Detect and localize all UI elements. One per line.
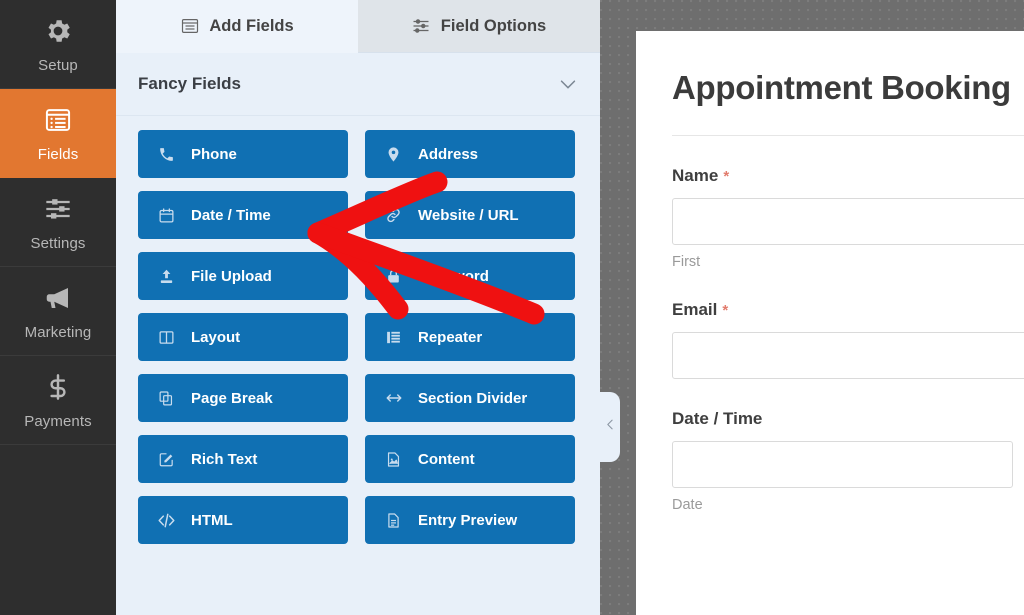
field-button-label: HTML [191,511,233,529]
field-button-label: Page Break [191,389,273,407]
sliders-icon [41,192,75,226]
field-label: Email * [672,300,1024,320]
field-label: Date / Time [672,409,1024,429]
section-title: Fancy Fields [138,74,241,93]
code-icon [157,511,176,530]
collapse-panel-handle[interactable] [600,392,620,462]
panel-tabbar: Add Fields Field Options [116,0,600,53]
page-title: Appointment Booking [672,69,1011,106]
form-preview-card: Appointment Booking Name * First Email *… [636,31,1024,615]
field-button-label: Content [418,450,475,468]
sidebar-item-marketing[interactable]: Marketing [0,267,116,356]
sidebar-item-setup[interactable]: Setup [0,0,116,89]
title-divider [672,135,1024,136]
preview-field-date-time[interactable]: Date / Time Date [672,409,1024,513]
tab-field-options[interactable]: Field Options [358,0,600,53]
gear-icon [41,14,75,48]
add-fields-panel: Add Fields Field Options Fancy Fields Ph… [116,0,620,615]
date-input[interactable] [672,441,1013,488]
primary-sidebar: Setup Fields Settings Marketing Payments [0,0,116,615]
sidebar-item-label: Fields [37,146,79,163]
field-button-entry-preview[interactable]: Entry Preview [365,496,575,544]
tab-add-fields[interactable]: Add Fields [116,0,358,53]
columns-icon [157,328,176,347]
field-button-file-upload[interactable]: File Upload [138,252,348,300]
sidebar-item-payments[interactable]: Payments [0,356,116,445]
field-button-label: Rich Text [191,450,258,468]
sidebar-item-label: Settings [30,235,86,252]
field-button-label: Repeater [418,328,483,346]
map-pin-icon [384,145,403,164]
field-button-address[interactable]: Address [365,130,575,178]
add-fields-icon [180,17,199,36]
chevron-down-icon[interactable] [557,73,579,95]
field-label: Name * [672,166,1024,186]
field-button-rich-text[interactable]: Rich Text [138,435,348,483]
tab-label: Field Options [440,16,547,35]
field-button-page-break[interactable]: Page Break [138,374,348,422]
field-button-website-url[interactable]: Website / URL [365,191,575,239]
field-button-password[interactable]: Password [365,252,575,300]
field-button-label: Password [418,267,489,285]
field-options-icon [412,17,431,36]
pencil-square-icon [157,450,176,469]
megaphone-icon [41,281,75,315]
field-button-phone[interactable]: Phone [138,130,348,178]
chevron-left-icon [604,418,617,436]
link-icon [384,206,403,225]
required-marker: * [723,168,730,185]
field-label-text: Date / Time [672,409,763,428]
sidebar-item-fields[interactable]: Fields [0,89,116,178]
field-button-label: Date / Time [191,206,271,224]
field-button-grid: Phone Address Date / Time Website / URL … [116,116,600,544]
field-button-html[interactable]: HTML [138,496,348,544]
field-button-label: Layout [191,328,241,346]
image-document-icon [384,450,403,469]
field-button-label: Entry Preview [418,511,518,529]
lock-icon [384,267,403,286]
field-label-text: Email [672,300,718,319]
preview-field-name[interactable]: Name * First [672,166,1024,270]
section-header-fancy-fields[interactable]: Fancy Fields [116,53,600,116]
repeater-icon [384,328,403,347]
field-sublabel: First [672,254,701,270]
field-button-label: Website / URL [418,206,519,224]
list-icon [41,103,75,137]
dollar-icon [41,370,75,404]
field-label-text: Name [672,166,719,185]
phone-icon [157,145,176,164]
field-button-label: Phone [191,145,237,163]
field-button-label: File Upload [191,267,272,285]
field-button-content[interactable]: Content [365,435,575,483]
page-break-icon [157,389,176,408]
upload-icon [157,267,176,286]
form-builder-screen: Setup Fields Settings Marketing Payments… [0,0,1024,615]
email-input[interactable] [672,332,1024,379]
required-marker: * [722,302,729,319]
calendar-icon [157,206,176,225]
field-sublabel: Date [672,497,703,513]
field-button-section-divider[interactable]: Section Divider [365,374,575,422]
sidebar-item-label: Payments [24,413,92,430]
name-first-input[interactable] [672,198,1024,245]
field-button-repeater[interactable]: Repeater [365,313,575,361]
sidebar-item-settings[interactable]: Settings [0,178,116,267]
preview-field-email[interactable]: Email * [672,300,1024,379]
field-button-layout[interactable]: Layout [138,313,348,361]
sidebar-item-label: Marketing [24,324,92,341]
document-icon [384,511,403,530]
field-button-label: Address [418,145,479,163]
field-button-label: Section Divider [418,389,528,407]
field-button-date-time[interactable]: Date / Time [138,191,348,239]
sidebar-item-label: Setup [38,57,78,74]
arrows-horizontal-icon [384,389,403,408]
tab-label: Add Fields [209,16,294,35]
